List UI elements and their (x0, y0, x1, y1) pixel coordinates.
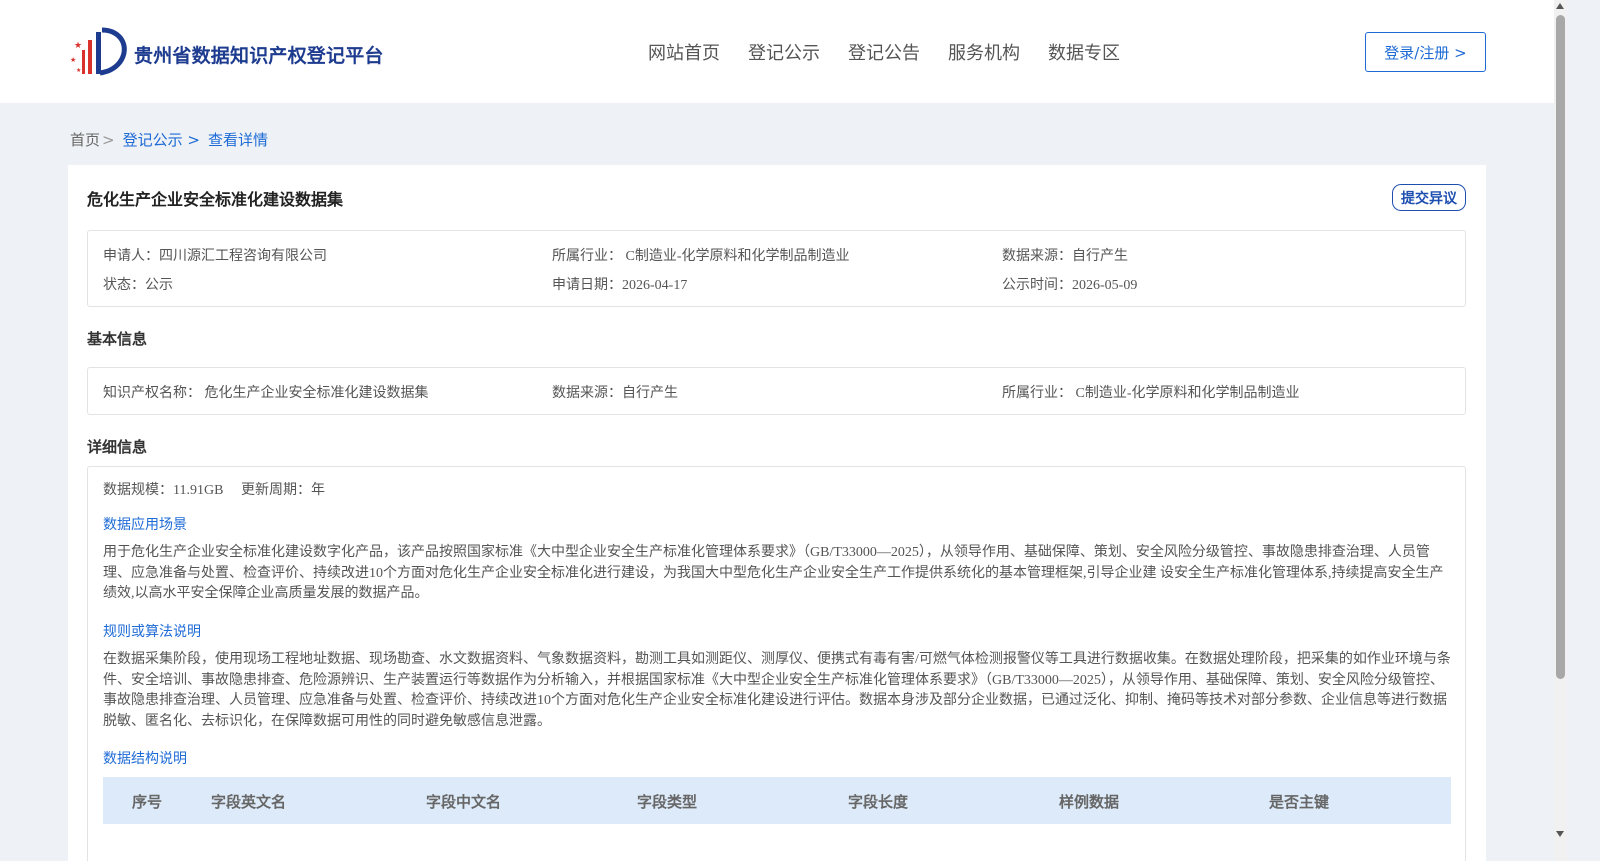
scroll-up-arrow-icon[interactable] (1556, 3, 1564, 9)
structure-table-header: 序号 字段英文名 字段中文名 字段类型 字段长度 样例数据 是否主键 (103, 777, 1451, 824)
breadcrumb-home[interactable]: 首页 > (70, 129, 115, 150)
basic-info-title: 基本信息 (87, 330, 148, 348)
scenario-text: 用于危化生产企业安全标准化建设数字化产品，该产品按照国家标准《大中型企业安全生产… (103, 545, 1444, 601)
breadcrumb: 首页 > 登记公示 > 查看详情 (70, 129, 268, 150)
breadcrumb-current: 查看详情 (207, 131, 268, 149)
svg-text:★: ★ (70, 56, 76, 64)
submit-objection-button[interactable]: 提交异议 (1392, 184, 1466, 211)
nav-item-home[interactable]: 网站首页 (648, 39, 720, 65)
industry: 所属行业： C制造业-化学原料和化学制品制造业 (552, 249, 850, 264)
table-header-type: 字段类型 (637, 793, 698, 811)
svg-text:★: ★ (74, 41, 82, 51)
table-header-primary-key: 是否主键 (1269, 793, 1330, 811)
scenario-title: 数据应用场景 (103, 518, 187, 533)
algorithm-title: 规则或算法说明 (103, 625, 201, 640)
breadcrumb-publicity[interactable]: 登记公示 > (123, 129, 200, 150)
detail-card: 危化生产企业安全标准化建设数据集 提交异议 申请人：四川源汇工程咨询有限公司 所… (68, 165, 1486, 861)
scrollbar-thumb[interactable] (1556, 15, 1565, 679)
apply-date: 申请日期：2026-04-17 (552, 278, 688, 293)
detail-info-box: 数据规模：11.91GB 更新周期：年 数据应用场景 用于危化生产企业安全标准化… (87, 466, 1466, 861)
site-header: ★ ★ ★ 贵州省数据知识产权登记平台 网站首页 登记公示 登记公告 服务机构 … (0, 0, 1554, 103)
table-header-en-name: 字段英文名 (211, 793, 287, 811)
data-scale: 数据规模：11.91GB (103, 483, 224, 498)
ip-name: 知识产权名称： 危化生产企业安全标准化建设数据集 (103, 386, 429, 401)
nav-item-publicity[interactable]: 登记公示 (748, 39, 820, 65)
login-register-button[interactable]: 登录/注册 > (1365, 32, 1486, 72)
table-header-index: 序号 (132, 793, 163, 811)
scroll-down-arrow-icon[interactable] (1556, 831, 1564, 837)
publish-date: 公示时间：2026-05-09 (1002, 278, 1138, 293)
summary-box: 申请人：四川源汇工程咨询有限公司 所属行业： C制造业-化学原料和化学制品制造业… (87, 230, 1466, 307)
page-title: 危化生产企业安全标准化建设数据集 (87, 190, 344, 209)
table-header-length: 字段长度 (848, 793, 909, 811)
detail-info-title: 详细信息 (87, 438, 148, 456)
nav-item-announcement[interactable]: 登记公告 (848, 39, 920, 65)
applicant: 申请人：四川源汇工程咨询有限公司 (103, 249, 327, 264)
table-header-cn-name: 字段中文名 (426, 793, 502, 811)
structure-title: 数据结构说明 (103, 752, 187, 767)
table-header-sample: 样例数据 (1059, 793, 1120, 811)
page-scrollbar[interactable] (1554, 0, 1567, 861)
basic-data-source: 数据来源：自行产生 (552, 386, 678, 401)
basic-info-box: 知识产权名称： 危化生产企业安全标准化建设数据集 数据来源：自行产生 所属行业：… (87, 367, 1466, 415)
basic-industry: 所属行业： C制造业-化学原料和化学制品制造业 (1002, 386, 1300, 401)
platform-logo-icon[interactable]: ★ ★ ★ (70, 26, 130, 78)
main-nav: 网站首页 登记公示 登记公告 服务机构 数据专区 (648, 39, 1120, 65)
update-cycle: 更新周期：年 (241, 483, 325, 498)
nav-item-service-agencies[interactable]: 服务机构 (948, 39, 1020, 65)
algorithm-text: 在数据采集阶段，使用现场工程地址数据、现场勘查、水文数据资料、气象数据资料，勘测… (103, 652, 1451, 729)
status: 状态：公示 (103, 278, 173, 293)
data-source: 数据来源：自行产生 (1002, 249, 1128, 264)
platform-name[interactable]: 贵州省数据知识产权登记平台 (134, 41, 384, 68)
nav-item-data-zone[interactable]: 数据专区 (1048, 39, 1120, 65)
svg-text:★: ★ (76, 67, 81, 74)
